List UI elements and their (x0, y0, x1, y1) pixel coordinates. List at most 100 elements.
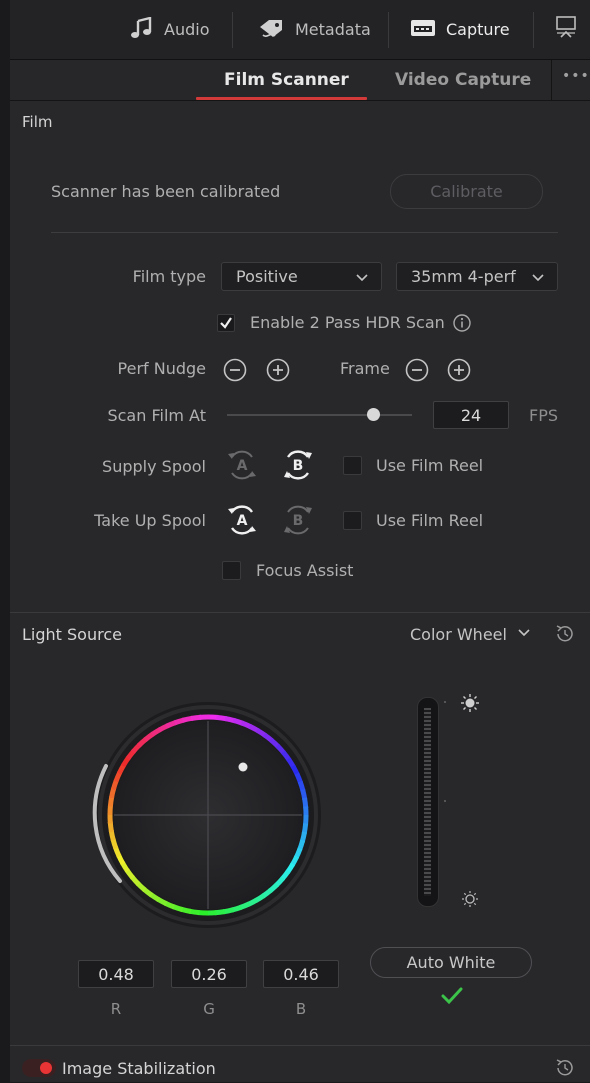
image-stabilization-label: Image Stabilization (62, 1059, 216, 1078)
chevron-down-icon (517, 625, 531, 644)
perf-nudge-minus-button[interactable] (223, 358, 247, 386)
film-format-value: 35mm 4-perf (411, 267, 516, 286)
checkmark-icon (441, 986, 463, 1010)
light-source-mode-dropdown[interactable]: Color Wheel (410, 625, 531, 644)
hdr-checkbox[interactable] (217, 314, 235, 332)
plus-circle-icon (447, 358, 471, 382)
music-note-icon (130, 17, 164, 43)
supply-spool-a-button[interactable]: A (223, 448, 261, 486)
supply-use-film-reel-checkbox[interactable] (343, 456, 362, 475)
supply-spool-label: Supply Spool (80, 457, 206, 476)
svg-text:B: B (293, 458, 304, 474)
takeup-use-film-reel-label: Use Film Reel (376, 511, 483, 530)
brightness-slider-ticks (424, 708, 431, 896)
capture-mode-tabs: Film Scanner Video Capture ••• (10, 60, 590, 101)
capture-icon (410, 18, 446, 42)
sun-bright-icon (460, 693, 480, 717)
blue-label: B (263, 1000, 339, 1018)
capture-label: Capture (446, 20, 510, 39)
top-toolbar: Audio Metadata Capture (10, 0, 590, 60)
spool-a-icon: A (223, 503, 261, 537)
calibration-status: Scanner has been calibrated (51, 182, 280, 201)
takeup-spool-a-button[interactable]: A (223, 503, 261, 541)
film-divider (51, 232, 558, 233)
green-value-input[interactable]: 0.26 (171, 960, 247, 988)
metadata-tab-button[interactable]: Metadata (257, 0, 371, 59)
scan-fps-input[interactable]: 24 (433, 401, 509, 429)
hdr-label: Enable 2 Pass HDR Scan (250, 313, 445, 332)
take-up-spool-label: Take Up Spool (80, 511, 206, 530)
auto-white-button[interactable]: Auto White (370, 947, 532, 978)
sun-dim-icon (460, 889, 480, 913)
tab-divider (551, 60, 552, 100)
plus-circle-icon (266, 358, 290, 382)
film-type-label: Film type (80, 267, 206, 286)
metadata-tag-icon (257, 17, 295, 43)
focus-assist-label: Focus Assist (256, 561, 353, 580)
blue-value-input[interactable]: 0.46 (263, 960, 339, 988)
toolbar-divider (533, 12, 534, 48)
capture-tab-button[interactable]: Capture (410, 0, 510, 59)
metadata-label: Metadata (295, 20, 371, 39)
audio-label: Audio (164, 20, 209, 39)
frame-plus-button[interactable] (447, 358, 471, 386)
slider-tick (444, 701, 446, 703)
minus-circle-icon (405, 358, 429, 382)
takeup-spool-b-button[interactable]: B (279, 503, 317, 541)
red-value-input[interactable]: 0.48 (78, 960, 154, 988)
svg-text:A: A (237, 513, 248, 529)
chevron-down-icon (355, 270, 369, 289)
display-icon (555, 15, 587, 45)
color-wheel-handle[interactable] (239, 763, 248, 772)
minus-circle-icon (223, 358, 247, 382)
tab-video-capture[interactable]: Video Capture (395, 60, 531, 100)
active-tab-indicator (196, 97, 367, 100)
toolbar-divider (388, 12, 389, 48)
perf-nudge-label: Perf Nudge (80, 359, 206, 378)
checkmark-icon (219, 316, 233, 330)
scan-film-at-label: Scan Film At (80, 406, 206, 425)
green-label: G (171, 1000, 247, 1018)
svg-text:B: B (293, 513, 304, 529)
more-options-button[interactable]: ••• (562, 68, 590, 84)
light-source-title: Light Source (22, 625, 122, 644)
slider-tick (444, 800, 446, 802)
reset-light-source-icon[interactable] (554, 623, 576, 649)
display-toggle-button[interactable] (555, 0, 587, 59)
toolbar-divider (232, 12, 233, 48)
supply-spool-b-button[interactable]: B (279, 448, 317, 486)
frame-label: Frame (340, 359, 390, 378)
tab-film-scanner[interactable]: Film Scanner (224, 60, 349, 100)
focus-assist-checkbox[interactable] (222, 561, 241, 580)
film-type-value: Positive (236, 267, 298, 286)
info-icon[interactable] (452, 313, 472, 337)
svg-text:A: A (237, 458, 248, 474)
section-divider (10, 612, 590, 613)
tab-video-capture-label: Video Capture (395, 70, 531, 90)
toggle-knob (40, 1062, 52, 1074)
tab-film-scanner-label: Film Scanner (224, 70, 349, 90)
light-source-mode-value: Color Wheel (410, 625, 507, 644)
image-stabilization-toggle[interactable] (22, 1059, 56, 1077)
red-label: R (78, 1000, 154, 1018)
film-section-title: Film (22, 113, 52, 131)
frame-minus-button[interactable] (405, 358, 429, 386)
audio-tab-button[interactable]: Audio (130, 0, 209, 59)
scan-speed-slider-thumb[interactable] (367, 408, 380, 421)
film-format-dropdown[interactable]: 35mm 4-perf (396, 262, 558, 291)
takeup-use-film-reel-checkbox[interactable] (343, 511, 362, 530)
calibrate-button[interactable]: Calibrate (390, 174, 543, 209)
color-wheel[interactable] (90, 695, 330, 939)
spool-b-icon: B (279, 503, 317, 537)
scan-speed-slider-track[interactable] (227, 414, 412, 416)
section-divider (10, 1045, 590, 1046)
fps-unit: FPS (529, 406, 558, 425)
brightness-slider[interactable] (417, 697, 439, 907)
perf-nudge-plus-button[interactable] (266, 358, 290, 386)
film-scanner-panel: Film Scanner has been calibrated Calibra… (10, 101, 590, 1082)
supply-use-film-reel-label: Use Film Reel (376, 456, 483, 475)
spool-b-icon: B (279, 448, 317, 482)
chevron-down-icon (531, 270, 545, 289)
film-type-dropdown[interactable]: Positive (221, 262, 382, 291)
reset-stabilization-icon[interactable] (554, 1057, 576, 1083)
